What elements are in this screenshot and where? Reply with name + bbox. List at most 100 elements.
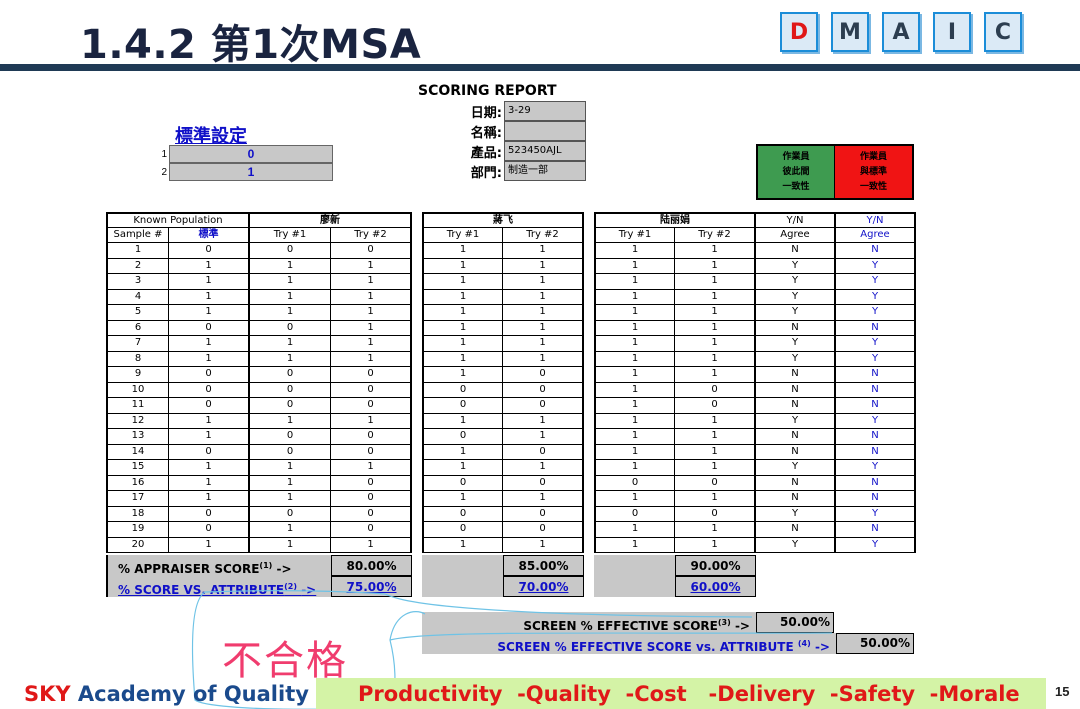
cell-value: 1: [675, 537, 756, 553]
spacer: [584, 336, 594, 352]
cell-value: 1: [331, 413, 412, 429]
cell-value: 0: [594, 475, 675, 491]
cell-value: 1: [422, 289, 503, 305]
cell-value: 1: [422, 367, 503, 383]
cell-agree: N: [756, 367, 836, 383]
appraiser-score-row: % APPRAISER SCORE(1) -> 80.00% 85.00% 90…: [106, 555, 756, 576]
cell-value: 0: [422, 398, 503, 414]
cell-value: 1: [250, 475, 331, 491]
cell-value: 1: [331, 305, 412, 321]
info-value: 523450AJL: [504, 141, 586, 161]
cell-agree: N: [756, 522, 836, 538]
spacer: [584, 444, 594, 460]
cell-agree-attribute: Y: [836, 274, 916, 290]
cell-agree: Y: [756, 460, 836, 476]
cell-agree-attribute: Y: [836, 351, 916, 367]
cell-value: 1: [503, 258, 584, 274]
cell-value: 1: [594, 258, 675, 274]
cell-agree-attribute: N: [836, 367, 916, 383]
cell-standard: 1: [169, 413, 250, 429]
spacer: [584, 537, 594, 553]
spacer: [584, 243, 594, 259]
spacer: [584, 429, 594, 445]
cell-value: 1: [675, 305, 756, 321]
spacer: [422, 576, 503, 597]
cell-value: 0: [250, 243, 331, 259]
spacer: [412, 413, 422, 429]
cell-value: 1: [422, 491, 503, 507]
cell-sample: 18: [106, 506, 169, 522]
cell-agree-attribute: N: [836, 320, 916, 336]
dmaic-i: I: [933, 12, 971, 52]
cell-value: 0: [250, 367, 331, 383]
cell-standard: 0: [169, 506, 250, 522]
cell-value: 1: [594, 522, 675, 538]
cell-value: 0: [331, 382, 412, 398]
cell-agree-attribute: Y: [836, 460, 916, 476]
standard-value: 1: [169, 163, 333, 181]
spacer: [412, 336, 422, 352]
org-sky: SKY: [24, 682, 71, 706]
cell-value: 0: [594, 506, 675, 522]
score-summary: % APPRAISER SCORE(1) -> 80.00% 85.00% 90…: [106, 555, 756, 597]
screen-effective-score: SCREEN % EFFECTIVE SCORE(3) -> 50.00%: [422, 612, 834, 633]
legend-attribute-agreement: 作業員 與標準 一致性: [835, 146, 912, 198]
cell-standard: 1: [169, 305, 250, 321]
cell-agree: N: [756, 382, 836, 398]
cell-standard: 1: [169, 336, 250, 352]
standard-table: 1 0 2 1: [157, 145, 333, 181]
cell-value: 1: [250, 537, 331, 553]
info-value: 3-29: [504, 101, 586, 121]
spacer: [584, 398, 594, 414]
cell-standard: 0: [169, 398, 250, 414]
report-info: 日期: 3-29 名稱: 產品: 523450AJL 部門: 制造一部: [432, 101, 586, 181]
arrow-text: ->: [814, 640, 830, 654]
cell-value: 0: [503, 444, 584, 460]
cell-value: 1: [331, 351, 412, 367]
cell-standard: 1: [169, 460, 250, 476]
cell-agree-attribute: N: [836, 243, 916, 259]
footnote-marker: (3): [717, 618, 731, 627]
spacer: [584, 351, 594, 367]
info-row-date: 日期: 3-29: [432, 101, 586, 121]
info-row-name: 名稱:: [432, 121, 586, 141]
cell-value: 1: [422, 320, 503, 336]
cell-sample: 9: [106, 367, 169, 383]
cell-value: 0: [331, 243, 412, 259]
cell-agree: N: [756, 243, 836, 259]
cell-sample: 12: [106, 413, 169, 429]
column-header-try1: Try #1: [250, 227, 331, 243]
cell-agree: Y: [756, 336, 836, 352]
cell-value: 0: [331, 429, 412, 445]
cell-value: 1: [422, 460, 503, 476]
org-name: Academy of Quality: [70, 682, 309, 706]
cell-sample: 17: [106, 491, 169, 507]
column-header-agree-attribute: Agree: [836, 227, 916, 243]
spacer: [584, 367, 594, 383]
spacer: [584, 212, 594, 228]
cell-value: 1: [250, 491, 331, 507]
info-row-product: 產品: 523450AJL: [432, 141, 586, 161]
cell-value: 1: [503, 274, 584, 290]
screen-effective-score-vs-attribute: SCREEN % EFFECTIVE SCORE vs. ATTRIBUTE (…: [422, 633, 914, 654]
column-header-agree: Agree: [756, 227, 836, 243]
cell-value: 1: [675, 351, 756, 367]
cell-value: 1: [594, 398, 675, 414]
info-label: 名稱:: [470, 125, 502, 141]
cell-sample: 13: [106, 429, 169, 445]
column-header-try1: Try #1: [594, 227, 675, 243]
cell-standard: 1: [169, 475, 250, 491]
cell-value: 1: [503, 351, 584, 367]
cell-agree-attribute: Y: [836, 506, 916, 522]
standard-row: 2 1: [157, 163, 333, 181]
cell-value: 0: [331, 367, 412, 383]
cell-value: 1: [675, 413, 756, 429]
cell-agree: Y: [756, 289, 836, 305]
spacer: [412, 522, 422, 538]
screen-score-value: 50.00%: [756, 612, 834, 633]
cell-agree-attribute: N: [836, 429, 916, 445]
cell-value: 1: [675, 243, 756, 259]
cell-agree: Y: [756, 506, 836, 522]
cell-value: 0: [675, 382, 756, 398]
